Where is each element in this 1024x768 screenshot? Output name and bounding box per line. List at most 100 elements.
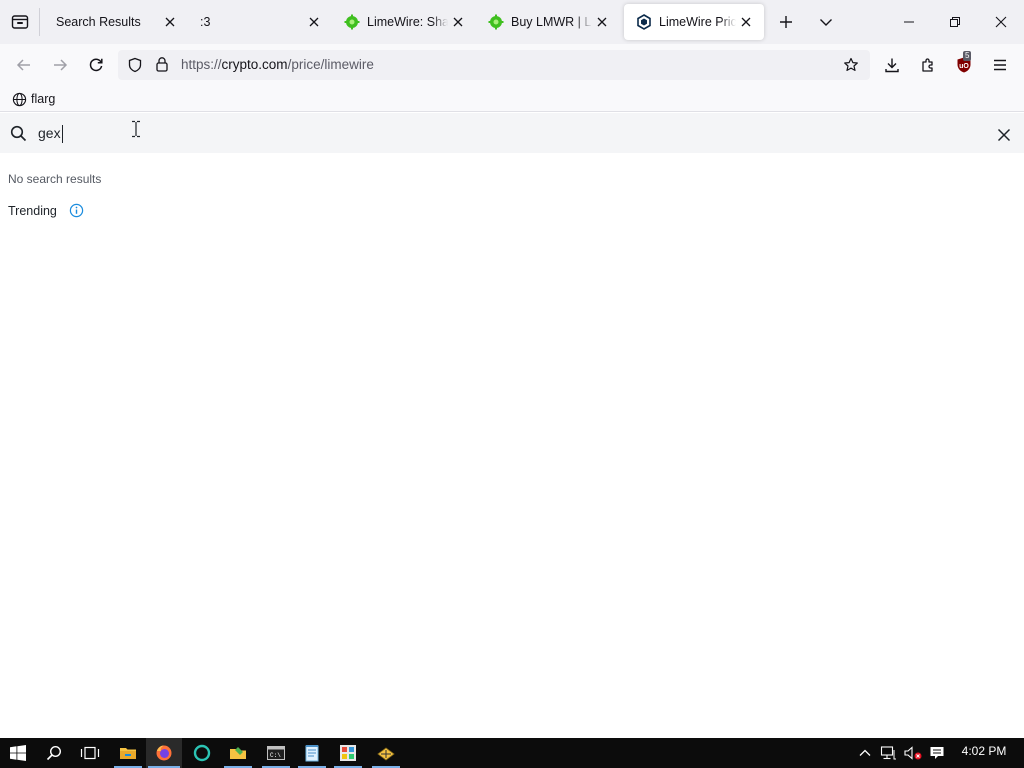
action-center-icon (930, 747, 944, 759)
clear-search-button[interactable] (994, 125, 1014, 145)
back-button[interactable] (10, 51, 38, 79)
tab-buy-lmwr[interactable]: Buy LMWR | LimeWire (476, 4, 620, 40)
reload-button[interactable] (82, 51, 110, 79)
navigation-toolbar: https://crypto.com/price/limewire uO 5 (0, 44, 1024, 86)
search-icon (10, 125, 27, 147)
taskbar-network-tool[interactable] (368, 738, 404, 768)
reload-icon (89, 58, 103, 72)
search-taskbar-button[interactable] (36, 738, 72, 768)
search-icon (46, 745, 62, 761)
tab-title: Buy LMWR | LimeWire (511, 15, 592, 29)
extensions-button[interactable] (914, 51, 942, 79)
start-button[interactable] (0, 738, 36, 768)
taskbar-clock[interactable]: 4:02 PM (956, 744, 1012, 758)
windows-logo-icon (10, 745, 26, 761)
close-icon (995, 16, 1007, 28)
mouse-cursor-ibeam (130, 120, 142, 143)
svg-text:uO: uO (959, 63, 969, 70)
trending-label: Trending (8, 203, 57, 218)
taskbar-notepad[interactable] (294, 738, 330, 768)
network-icon (880, 746, 896, 760)
minimize-icon (904, 21, 914, 23)
svg-text:C:\: C:\ (270, 752, 281, 759)
text-caret (62, 125, 63, 143)
tab-title: Search Results (56, 15, 141, 29)
task-view-button[interactable] (72, 738, 108, 768)
arrow-left-icon (16, 59, 30, 71)
tab-close-button[interactable] (304, 12, 324, 32)
no-results-message: No search results (8, 172, 102, 186)
tab-close-button[interactable] (160, 12, 180, 32)
taskbar-folder-tool[interactable] (220, 738, 256, 768)
taskbar-terminal[interactable]: C:\ (258, 738, 294, 768)
tab-colon-3[interactable]: :3 (188, 4, 332, 40)
url-text[interactable]: https://crypto.com/price/limewire (181, 57, 374, 72)
notifications-tray-button[interactable] (926, 738, 948, 768)
url-prefix: https:// (181, 57, 222, 72)
notepad-icon (305, 745, 319, 762)
taskbar-edge[interactable] (184, 738, 220, 768)
folder-tool-icon (230, 747, 246, 759)
file-explorer-icon (120, 748, 136, 759)
list-all-tabs-button[interactable] (812, 8, 840, 36)
search-input[interactable] (38, 122, 938, 144)
limewire-green-icon (344, 14, 360, 30)
chevron-up-icon (859, 749, 871, 756)
network-tray-button[interactable] (878, 738, 900, 768)
taskbar-firefox[interactable] (146, 738, 182, 768)
tab-limewire-share[interactable]: LimeWire: Share (332, 4, 476, 40)
lock-icon[interactable] (155, 56, 169, 77)
firefox-icon (156, 745, 172, 761)
app-menu-button[interactable] (986, 51, 1014, 79)
extension-badge: 5 (963, 51, 972, 61)
download-icon (885, 58, 899, 73)
show-hidden-icons-button[interactable] (856, 738, 874, 768)
network-tool-icon (377, 747, 395, 761)
downloads-button[interactable] (878, 51, 906, 79)
crypto-com-icon (636, 14, 652, 30)
close-icon (165, 17, 175, 27)
restore-button[interactable] (932, 0, 978, 44)
windows-taskbar: C:\ 4:02 PM (0, 738, 1024, 768)
puzzle-icon (922, 58, 933, 72)
plus-icon (780, 16, 792, 28)
bookmark-label: flarg (31, 92, 56, 106)
tab-strip: Search Results :3 LimeWire: Share (0, 0, 1024, 44)
close-icon (597, 17, 607, 27)
tab-close-button[interactable] (448, 12, 468, 32)
task-view-icon (80, 746, 100, 760)
ublock-extension-button[interactable]: uO 5 (950, 51, 978, 79)
firefox-view-button[interactable] (0, 0, 40, 44)
tab-close-button[interactable] (592, 12, 612, 32)
minimize-button[interactable] (886, 0, 932, 44)
taskbar-control-panel[interactable] (330, 738, 366, 768)
tab-title: LimeWire: Share (367, 15, 448, 29)
tab-close-button[interactable] (736, 12, 756, 32)
volume-muted-icon (904, 746, 922, 760)
tab-limewire-price[interactable]: LimeWire Price | LMWR (624, 4, 764, 40)
close-icon (453, 17, 463, 27)
control-panel-icon (340, 745, 356, 761)
taskbar-file-explorer[interactable] (110, 738, 146, 768)
chevron-down-icon (820, 19, 832, 26)
shield-icon[interactable] (127, 57, 143, 78)
address-bar[interactable]: https://crypto.com/price/limewire (118, 50, 870, 80)
limewire-green-icon (488, 14, 504, 30)
forward-button[interactable] (46, 51, 74, 79)
tab-title: :3 (200, 15, 211, 29)
url-host: crypto.com (221, 57, 288, 72)
bookmark-star-icon[interactable] (843, 57, 859, 78)
terminal-icon: C:\ (267, 746, 285, 760)
new-tab-button[interactable] (772, 8, 800, 36)
bookmark-flarg[interactable]: flarg (12, 90, 55, 108)
close-icon (997, 128, 1011, 142)
globe-icon (12, 92, 27, 106)
tab-title: LimeWire Price | LMWR (659, 15, 736, 29)
arrow-right-icon (54, 59, 68, 71)
trending-section-header: Trending (8, 203, 84, 218)
close-icon (741, 17, 751, 27)
info-icon[interactable] (69, 203, 84, 218)
tab-search-results[interactable]: Search Results (44, 4, 188, 40)
volume-tray-button[interactable] (902, 738, 924, 768)
close-window-button[interactable] (978, 0, 1024, 44)
